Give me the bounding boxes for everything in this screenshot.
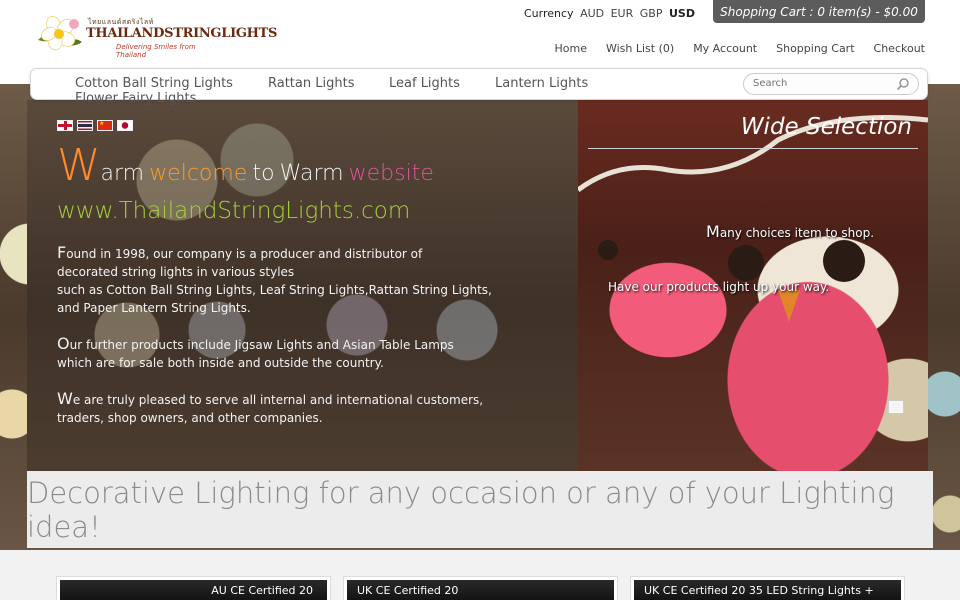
slide-text-1-rest: any choices item to shop. (719, 226, 875, 240)
top-links: Home Wish List (0) My Account Shopping C… (555, 42, 926, 55)
intro-line-1: ound in 1998, our company is a producer … (66, 247, 423, 261)
intro-cap: F (57, 243, 67, 262)
customers-cap: W (57, 389, 73, 408)
product-card[interactable]: UK CE Certified 20 35 LED String Lights … (630, 576, 905, 600)
welcome-panel: Warm welcome to Warm website www.Thailan… (27, 100, 578, 471)
chinese-flag-icon[interactable] (97, 120, 113, 131)
language-flags (57, 120, 133, 131)
home-link[interactable]: Home (555, 42, 587, 55)
welcome-word-arm: arm (100, 161, 145, 186)
product-thumbnail[interactable]: UK CE Certified 20 (347, 580, 614, 600)
currency-usd[interactable]: USD (669, 7, 695, 20)
slide-text-1: Many choices item to shop. (706, 222, 874, 241)
nav-lantern-lights[interactable]: Lantern Lights (495, 76, 588, 91)
product-title[interactable]: UK CE Certified 20 35 LED String Lights … (644, 584, 874, 597)
intro-line-3: such as Cotton Ball String Lights, Leaf … (57, 283, 492, 297)
welcome-heading: Warm welcome to Warm website (57, 140, 434, 191)
customers-paragraph: We are truly pleased to serve all intern… (57, 390, 483, 427)
currency-selector: Currency AUD EUR GBP USD (524, 7, 695, 20)
product-thumbnail[interactable]: AU CE Certified 20 (60, 580, 327, 600)
welcome-word-warm: Warm (279, 161, 344, 186)
intro-line-2: decorated string lights in various style… (57, 265, 295, 279)
currency-label: Currency (524, 7, 574, 20)
slideshow[interactable]: Wide Selection Many choices item to shop… (578, 100, 928, 471)
thai-flag-icon[interactable] (77, 120, 93, 131)
logo-name: THAILANDSTRINGLIGHTS (86, 26, 278, 41)
nav-rattan-lights[interactable]: Rattan Lights (268, 76, 354, 91)
owl-beak (778, 290, 800, 322)
logo-tagline: Delivering Smiles from Thailand (116, 43, 196, 59)
nav-leaf-lights[interactable]: Leaf Lights (389, 76, 460, 91)
site-url: www.ThailandStringLights.com (57, 198, 411, 224)
nav-cotton-ball-string-lights[interactable]: Cotton Ball String Lights (75, 76, 233, 91)
owl-eye-right (823, 240, 865, 282)
banner-text: Decorative Lighting for any occasion or … (27, 475, 895, 544)
site-logo[interactable]: ไทยแลนด์สตริงไลท์ THAILANDSTRINGLIGHTS D… (36, 12, 277, 59)
shopping-cart-summary[interactable]: Shopping Cart : 0 item(s) - $0.00 (713, 0, 925, 23)
slide-title: Wide Selection (740, 114, 912, 140)
intro-paragraph: Found in 1998, our company is a producer… (57, 244, 492, 317)
product-title[interactable]: UK CE Certified 20 (357, 584, 458, 597)
nav-flower-fairy-lights[interactable]: Flower Fairy Lights (75, 91, 196, 106)
products-line-2: which are for sale both inside and outsi… (57, 356, 384, 370)
owl-eye-left (728, 245, 764, 281)
main-nav: Cotton Ball String Lights Rattan Lights … (30, 68, 928, 106)
english-flag-icon[interactable] (57, 120, 73, 131)
product-title[interactable]: AU CE Certified 20 (211, 584, 313, 597)
japanese-flag-icon[interactable] (117, 120, 133, 131)
welcome-word-welcome: welcome (149, 161, 248, 186)
welcome-word-to: to (252, 161, 275, 186)
slide-divider (588, 148, 918, 149)
owl-eye-left-small (598, 240, 618, 260)
product-thumbnail[interactable]: UK CE Certified 20 35 LED String Lights … (634, 580, 901, 600)
search-icon[interactable] (896, 77, 910, 91)
intro-line-4: and Paper Lantern String Lights. (57, 301, 251, 315)
search-input[interactable] (753, 78, 893, 89)
shopping-cart-link[interactable]: Shopping Cart (776, 42, 854, 55)
slide-text-2: Have our products light up your way. (608, 280, 830, 294)
frangipani-flower-icon (38, 16, 82, 51)
broken-image-icon (888, 400, 904, 414)
product-card[interactable]: AU CE Certified 20 (56, 576, 331, 600)
product-card[interactable]: UK CE Certified 20 (343, 576, 618, 600)
currency-aud[interactable]: AUD (580, 7, 604, 20)
products-line-1: ur further products include Jigsaw Light… (69, 338, 454, 352)
featured-products: AU CE Certified 20 UK CE Certified 20 UK… (0, 550, 960, 600)
currency-eur[interactable]: EUR (611, 7, 634, 20)
slide-text-1-cap: M (706, 222, 720, 241)
search-box (743, 73, 919, 95)
customers-line-2: traders, shop owners, and other companie… (57, 411, 323, 425)
products-cap: O (57, 334, 70, 353)
wish-list-link[interactable]: Wish List (0) (606, 42, 674, 55)
checkout-link[interactable]: Checkout (874, 42, 925, 55)
customers-line-1: e are truly pleased to serve all interna… (72, 393, 484, 407)
my-account-link[interactable]: My Account (693, 42, 757, 55)
welcome-initial: W (57, 140, 101, 191)
currency-gbp[interactable]: GBP (640, 7, 663, 20)
tagline-banner: Decorative Lighting for any occasion or … (27, 471, 933, 548)
welcome-word-website: website (348, 161, 434, 186)
products-paragraph: Our further products include Jigsaw Ligh… (57, 335, 454, 372)
